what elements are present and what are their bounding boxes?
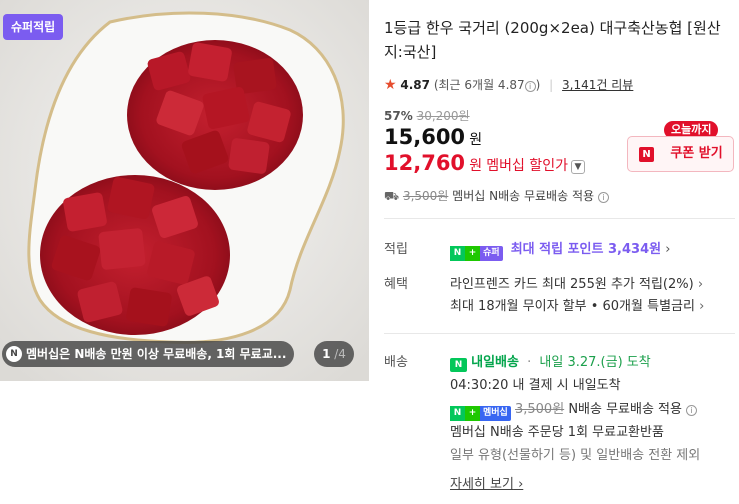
benefit-card-points[interactable]: 라인프렌즈 카드 최대 255원 추가 적립(2%) › [450,273,703,292]
member-price-row[interactable]: 12,760 원 멤버십 할인가 ▼ [384,151,585,175]
delivery-type: 내일배송 [471,355,519,370]
chevron-right-icon: › [697,277,704,292]
member-shipping-text: N배송 무료배송 적용 [568,402,682,417]
membership-icon: N [6,346,22,362]
delivery-deadline: 04:30:20 내 결제 시 내일도착 [450,378,621,393]
membership-promo-banner[interactable]: N 멤버십은 N배송 만원 이상 무료배송, 1회 무료교... [2,341,294,367]
info-icon[interactable]: i [686,405,698,416]
member-price-unit: 원 [469,158,483,174]
discount-row: 57% 30,200원 [384,107,470,124]
delivery-date: 내일 3.27.(금) 도착 [539,355,651,370]
rating-recent-close: ) [535,78,541,92]
member-shipping-old-fee: 3,500원 [514,402,565,417]
meat-pile-bottom [40,175,230,335]
review-count-link[interactable]: 3,141건 리뷰 [562,78,633,92]
naver-plus-membership-badge: N + 멤버십 [450,404,511,421]
delivery-label: 배송 [384,355,408,370]
membership-promo-text: 멤버십은 N배송 만원 이상 무료배송, 1회 무료교... [26,347,287,361]
chevron-down-icon[interactable]: ▼ [570,160,585,174]
super-points-badge: 슈퍼적립 [3,14,64,40]
pager-total: 4 [338,347,346,361]
chevron-right-icon: › [699,299,705,314]
divider-bar: | [549,78,554,92]
coupon-button-label: 쿠폰 받기 [670,146,723,161]
get-coupon-button[interactable]: N 쿠폰 받기 [627,136,734,172]
chevron-right-icon: › [665,242,671,257]
naver-plus-super-badge: N + 슈퍼 [450,244,503,261]
member-shipping-row: N + 멤버십 3,500원 N배송 무료배송 적용 i [450,398,698,421]
shipping-row: ⛟ 3,500원 멤버십 N배송 무료배송 적용 i [384,187,609,205]
info-icon[interactable]: i [597,192,609,203]
see-more-link[interactable]: 자세히 보기 › [450,473,523,492]
truck-icon: ⛟ [384,189,400,203]
naver-delivery-icon: N [450,358,467,372]
max-points-text: 최대 적립 포인트 3,434원 [510,242,662,257]
product-photo-illustration [0,0,369,381]
exchange-note: 일부 유형(선물하기 등) 및 일반배송 전환 제외 [450,448,701,463]
delivery-head: N 내일배송 · 내일 3.27.(금) 도착 [450,351,651,372]
star-icon: ★ [384,77,397,93]
member-price: 12,760 [384,151,466,175]
rating-row: ★ 4.87 (최근 6개월 4.87 i) | 3,141건 리뷰 [384,76,633,93]
benefit-installment[interactable]: 최대 18개월 무이자 할부 • 60개월 특별금리 › [450,295,704,314]
points-label: 적립 [384,242,408,257]
benefits-label: 혜택 [384,277,408,292]
shipping-old-fee: 3,500원 [402,189,449,203]
discount-percent: 57% [384,109,413,123]
points-row[interactable]: N + 슈퍼 최대 적립 포인트 3,434원 › [450,238,671,261]
separator-dot: · [527,355,532,370]
rating-recent: (최근 6개월 4.87 [433,78,525,92]
benefit-text: 라인프렌즈 카드 최대 255원 추가 적립(2%) [450,277,694,292]
free-exchange-text: 멤버십 N배송 주문당 1회 무료교환반품 [450,425,664,440]
info-icon[interactable]: i [524,81,536,92]
divider [384,218,735,219]
original-price: 30,200원 [416,109,470,123]
image-pager[interactable]: 1 /4 [314,341,354,367]
member-price-label: 멤버십 할인가 [486,158,568,174]
pager-current: 1 [322,347,331,361]
divider [384,333,735,334]
see-more-label: 자세히 보기 [450,477,514,492]
sale-price-row: 15,600 원 [384,125,482,149]
meat-pile-top [127,40,303,190]
rating-score: 4.87 [400,78,430,92]
sale-price: 15,600 [384,125,466,149]
shipping-text: 멤버십 N배송 무료배송 적용 [452,189,595,203]
sale-price-unit: 원 [469,132,483,148]
product-title: 1등급 한우 국거리 (200g×2ea) 대구축산농협 [원산지:국산] [384,19,721,61]
naver-n-icon: N [639,147,654,162]
product-image[interactable]: 슈퍼적립 N 멤버십은 N배송 만원 이상 무료배송, 1회 무료교... 1 … [0,0,369,381]
benefit-text: 최대 18개월 무이자 할부 • 60개월 특별금리 [450,299,695,314]
